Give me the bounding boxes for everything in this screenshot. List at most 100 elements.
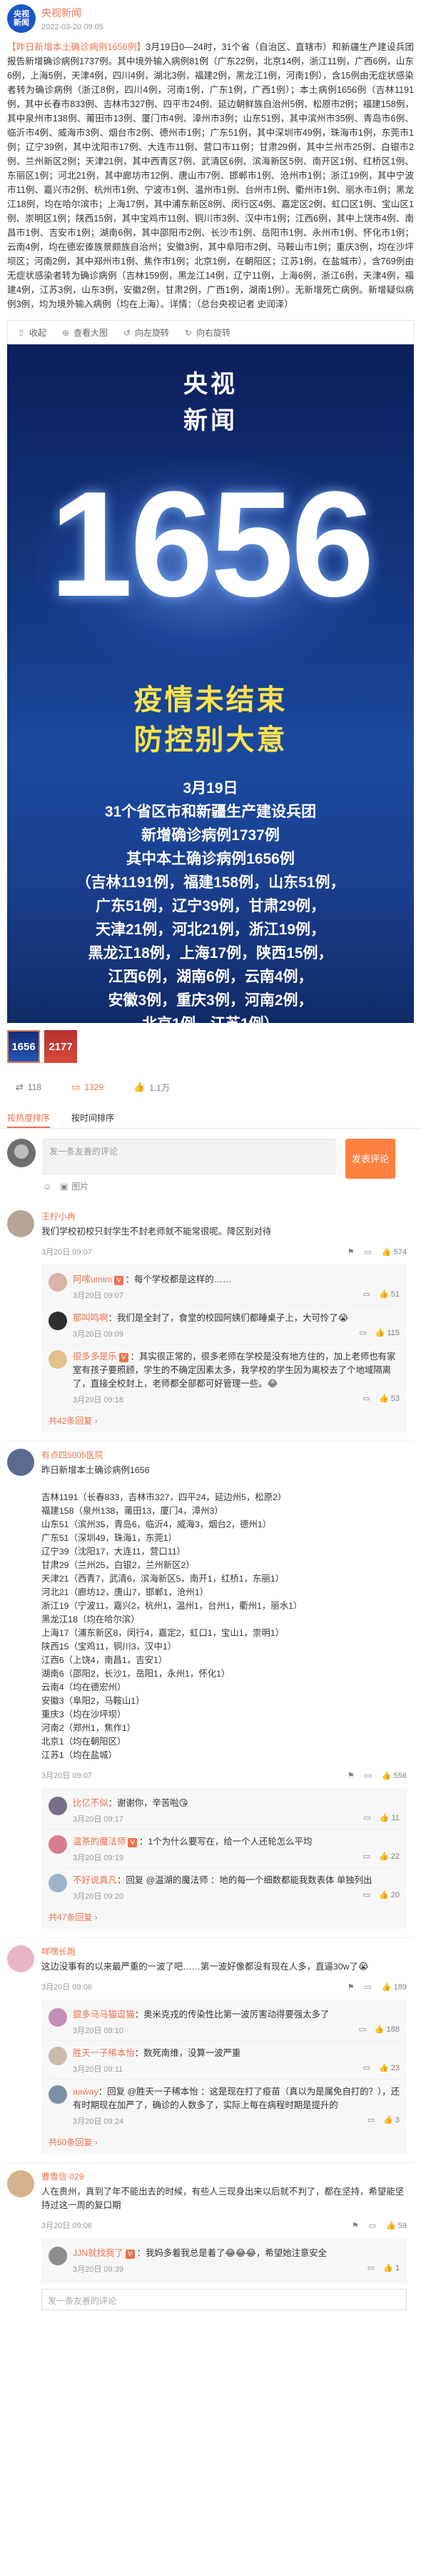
comment-body: 咩嘿长跑 这边没事有的以来最严重的一波了吧……第一波好像都没有现在人多，直逼30w… <box>41 1945 407 2154</box>
commenter-avatar[interactable] <box>7 2170 34 2197</box>
post-image-poster[interactable]: 央视 新闻 1656 疫情未结束 防控别大意 3月19日 31个省区市和新疆生产… <box>7 344 414 1023</box>
view-large-button[interactable]: ⊕ 查看大图 <box>62 326 108 339</box>
replier-name[interactable]: 胜天一子稀本怡 <box>73 2048 135 2058</box>
collapse-image-button[interactable]: ⇧ 收起 <box>18 326 46 339</box>
replier-avatar[interactable] <box>49 1874 67 1892</box>
commenter-avatar[interactable] <box>7 1449 34 1476</box>
replier-name[interactable]: 阿嗦umim <box>73 1274 112 1284</box>
replier-avatar[interactable] <box>49 1797 67 1815</box>
reply-body: 阿嗦umim V ：每个学校都是这样的…… 3月20日 09:07 ▭ 👍 51 <box>73 1273 400 1301</box>
reply-item: 不好说真凡：回复 @温湖的魔法师 ：地的每一个细数都能我数表体 单独列出 3月20… <box>49 1868 400 1907</box>
replier-name[interactable]: 狠多马马猫逗猫 <box>73 2010 135 2020</box>
replier-name[interactable]: JJN就找我了 <box>73 2248 123 2258</box>
report-button[interactable]: ⚑ <box>348 1982 355 1992</box>
replier-avatar[interactable] <box>49 1312 67 1330</box>
report-button[interactable]: ⚑ <box>348 1247 355 1257</box>
reply-button[interactable]: ▭ <box>364 1247 371 1257</box>
reply-reply-button[interactable]: ▭ <box>363 1394 370 1403</box>
replier-name[interactable]: 比亿不似 <box>73 1798 108 1808</box>
reply-body: 胜天一子稀本怡：数死南维，没算一波严重 3月20日 09:11 ▭ 👍 23 <box>73 2047 400 2075</box>
reply-reply-button[interactable]: ▭ <box>363 2064 370 2072</box>
reply-like-button[interactable]: 👍 115 <box>375 1329 400 1337</box>
replier-avatar[interactable] <box>49 2085 67 2104</box>
replier-name[interactable]: 那叫鸣啊 <box>73 1313 108 1323</box>
reply-ops: ▭ 👍 1 <box>359 2263 400 2275</box>
author-avatar[interactable]: 央视 新闻 <box>7 4 36 33</box>
reply-ops: ▭ 👍 115 <box>350 1328 400 1339</box>
commenter-name[interactable]: 王柠小冉 <box>41 1210 407 1222</box>
thumbnail-1[interactable]: 1656 <box>7 1030 40 1063</box>
reply-button[interactable]: ▭ <box>364 1982 371 1992</box>
reply-button[interactable]: ▭ <box>364 1771 371 1780</box>
reply-reply-button[interactable]: ▭ <box>358 2025 365 2034</box>
like-button[interactable]: 👍 1.1万 <box>133 1082 170 1094</box>
reply-reply-button[interactable]: ▭ <box>363 1290 370 1299</box>
replier-avatar[interactable] <box>49 1273 67 1292</box>
reply-like-button[interactable]: 👍 1 <box>383 2264 400 2272</box>
report-button[interactable]: ⚑ <box>348 1771 355 1780</box>
comment-like-button[interactable]: 👍 189 <box>382 1982 407 1992</box>
send-comment-button[interactable]: 发表评论 <box>345 1139 395 1179</box>
poster-stat-line: 广东51例，辽宁39例，甘肃29例， <box>95 898 326 914</box>
rotate-right-button[interactable]: ↻ 向右旋转 <box>185 326 230 339</box>
replier-name[interactable]: 温茶的魔法师 <box>73 1837 126 1847</box>
commenter-avatar[interactable] <box>7 1945 34 1972</box>
comment-like-button[interactable]: 👍 574 <box>382 1247 407 1257</box>
reply-reply-button[interactable]: ▭ <box>363 1814 370 1822</box>
post-hashtag-link[interactable]: 【昨日新增本土确诊病例1656例】 <box>7 42 146 52</box>
report-button[interactable]: ⚑ <box>352 2221 359 2230</box>
reply-reply-button[interactable]: ▭ <box>363 1891 370 1899</box>
post-time[interactable]: 2022-03-20 09:05 <box>41 23 103 31</box>
replier-avatar[interactable] <box>49 1350 67 1369</box>
commenter-name[interactable]: 曹鲁信 029 <box>41 2170 407 2182</box>
more-replies-link[interactable]: 共50条回复 › <box>49 2132 400 2150</box>
reply-like-button[interactable]: 👍 22 <box>379 1852 400 1861</box>
image-toolbar: ⇧ 收起 ⊕ 查看大图 ↺ 向左旋转 ↻ 向右旋转 <box>7 320 414 344</box>
reply-body: 温茶的魔法师 V ：1个为什么要写在，给一个人还轮怎么平均 3月20日 09:19 ▭ 👍… <box>73 1835 400 1863</box>
tab-sort-hot[interactable]: 按热度排序 <box>7 1106 51 1128</box>
reply-reply-button[interactable]: ▭ <box>359 1329 366 1337</box>
reply-content: ：回复 @温湖的魔法师 ：地的每一个细数都能我数表体 单独列出 <box>116 1875 372 1885</box>
reply-reply-button[interactable]: ▭ <box>367 2116 375 2125</box>
reply-like-button[interactable]: 👍 11 <box>380 1814 400 1822</box>
more-replies-link[interactable]: 共42条回复 › <box>49 1410 400 1428</box>
poster-stat-line: 新增确诊病例1737例 <box>141 827 280 844</box>
more-replies-link[interactable]: 共47条回复 › <box>49 1907 400 1924</box>
author-name[interactable]: 央视新闻 <box>41 6 103 20</box>
comment-time: 3月20日 09:07 <box>41 1772 92 1780</box>
reply-text: 很多多是乐 V ：其实很正常的，很多老师在学校是没有地方住的，加上老师也有家室有孩子… <box>73 1350 400 1391</box>
comment-input[interactable]: 发一条友善的评论 <box>43 1139 335 1174</box>
reply-like-button[interactable]: 👍 53 <box>379 1394 400 1403</box>
rotate-left-button[interactable]: ↺ 向左旋转 <box>123 326 169 339</box>
replier-avatar[interactable] <box>49 2047 67 2065</box>
avatar-logo-line1: 央视 <box>14 10 29 19</box>
emoji-button[interactable]: ☺ <box>43 1182 51 1192</box>
replier-avatar[interactable] <box>49 2247 67 2265</box>
replier-name[interactable]: aaway <box>73 2087 98 2097</box>
reply-reply-button[interactable]: ▭ <box>363 1852 370 1861</box>
reply-like-button[interactable]: 👍 20 <box>379 1891 400 1899</box>
comment-sort-tabs: 按热度排序 按时间排序 <box>0 1106 421 1129</box>
replier-avatar[interactable] <box>49 1835 67 1854</box>
repost-button[interactable]: ⇄ 118 <box>16 1082 41 1093</box>
replier-avatar[interactable] <box>49 2008 67 2027</box>
thumbnail-2[interactable]: 2177 <box>44 1030 77 1063</box>
tab-sort-time[interactable]: 按时间排序 <box>71 1106 114 1128</box>
inline-reply-input[interactable]: 发一条友善的评论 <box>41 2289 407 2310</box>
replier-name[interactable]: 很多多是乐 <box>73 1352 117 1362</box>
comment-time: 3月20日 09:06 <box>41 1983 92 1992</box>
reply-reply-button[interactable]: ▭ <box>367 2264 375 2272</box>
reply-like-button[interactable]: 👍 3 <box>383 2116 400 2125</box>
comment-button[interactable]: ▭ 1329 <box>71 1082 103 1093</box>
comment-like-button[interactable]: 👍 556 <box>382 1771 407 1780</box>
commenter-name[interactable]: 咩嘿长跑 <box>41 1945 407 1957</box>
commenter-name[interactable]: 有点四5005医院 <box>41 1449 407 1461</box>
reply-like-button[interactable]: 👍 23 <box>379 2064 400 2072</box>
reply-like-button[interactable]: 👍 188 <box>375 2025 400 2034</box>
comment-like-button[interactable]: 👍 59 <box>386 2221 407 2230</box>
commenter-avatar[interactable] <box>7 1210 34 1237</box>
replier-name[interactable]: 不好说真凡 <box>73 1875 117 1885</box>
reply-button[interactable]: ▭ <box>369 2221 376 2230</box>
reply-like-button[interactable]: 👍 51 <box>379 1290 400 1299</box>
image-button[interactable]: ▣ 图片 <box>60 1180 88 1192</box>
